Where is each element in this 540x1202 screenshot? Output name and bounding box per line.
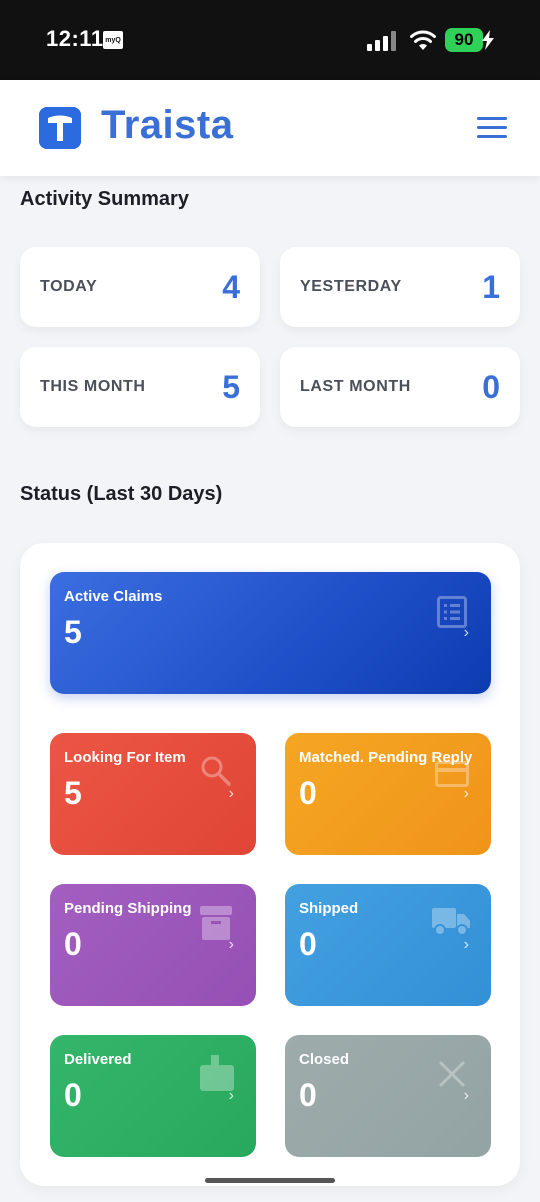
tile-shipped[interactable]: Shipped 0 ›: [285, 884, 491, 1006]
charging-bolt-icon: [482, 30, 494, 50]
app-title: Traista: [101, 103, 234, 147]
menu-icon: [477, 117, 507, 120]
tile-label: Shipped: [299, 900, 359, 917]
tile-delivered[interactable]: Delivered 0 ›: [50, 1035, 256, 1157]
tile-label: Delivered: [64, 1051, 132, 1068]
stat-label: YESTERDAY: [300, 278, 402, 295]
stat-card-yesterday: YESTERDAY 1: [280, 247, 520, 327]
close-icon: [439, 1061, 465, 1087]
stat-value: 4: [222, 269, 240, 305]
tile-label: Pending Shipping: [64, 900, 192, 917]
tile-pending-shipping[interactable]: Pending Shipping 0 ›: [50, 884, 256, 1006]
stat-card-last-month: LAST MONTH 0: [280, 347, 520, 427]
chevron-right-icon: ›: [463, 936, 469, 953]
list-icon: [437, 596, 467, 628]
mailbox-icon: [200, 1055, 234, 1091]
stat-card-today: TODAY 4: [20, 247, 260, 327]
stat-value: 0: [482, 369, 500, 405]
tile-count: 0: [299, 926, 317, 962]
chevron-right-icon: ›: [228, 936, 234, 953]
app-header: Traista: [0, 80, 540, 176]
tile-count: 0: [64, 926, 82, 962]
tile-matched-pending-reply[interactable]: Matched. Pending Reply 0 ›: [285, 733, 491, 855]
stat-label: THIS MONTH: [40, 378, 146, 395]
stat-label: LAST MONTH: [300, 378, 411, 395]
tile-count: 0: [299, 775, 317, 811]
tile-count: 0: [299, 1077, 317, 1113]
tile-looking-for-item[interactable]: Looking For Item 5 ›: [50, 733, 256, 855]
chevron-right-icon: ›: [463, 624, 469, 641]
traista-logo-icon: [39, 107, 81, 149]
chevron-right-icon: ›: [463, 785, 469, 802]
status-section-title: Status (Last 30 Days): [20, 483, 223, 505]
signal-icon: [367, 31, 396, 51]
status-bar: 12:11 myQ 90: [0, 0, 540, 80]
battery-indicator: 90: [445, 28, 483, 52]
truck-icon: [432, 908, 470, 936]
menu-button[interactable]: [477, 117, 507, 139]
box-icon: [200, 906, 232, 940]
tile-count: 5: [64, 775, 82, 811]
search-icon: [201, 756, 231, 786]
home-indicator: [205, 1178, 335, 1183]
tile-label: Looking For Item: [64, 749, 186, 766]
wifi-icon: [410, 30, 436, 50]
tile-label: Closed: [299, 1051, 350, 1068]
tile-count: 5: [64, 614, 82, 650]
tile-count: 0: [64, 1077, 82, 1113]
chevron-right-icon: ›: [463, 1087, 469, 1104]
tile-active-claims[interactable]: Active Claims 5 ›: [50, 572, 491, 694]
myq-app-icon: myQ: [103, 31, 123, 49]
chevron-right-icon: ›: [228, 1087, 234, 1104]
stat-card-this-month: THIS MONTH 5: [20, 347, 260, 427]
card-icon: [435, 761, 469, 787]
tile-label: Active Claims: [64, 588, 163, 605]
activity-summary-title: Activity Summary: [20, 188, 189, 210]
stat-label: TODAY: [40, 278, 98, 295]
tile-closed[interactable]: Closed 0 ›: [285, 1035, 491, 1157]
stat-value: 5: [222, 369, 240, 405]
chevron-right-icon: ›: [228, 785, 234, 802]
stat-value: 1: [482, 269, 500, 305]
status-time: 12:11: [46, 26, 104, 51]
